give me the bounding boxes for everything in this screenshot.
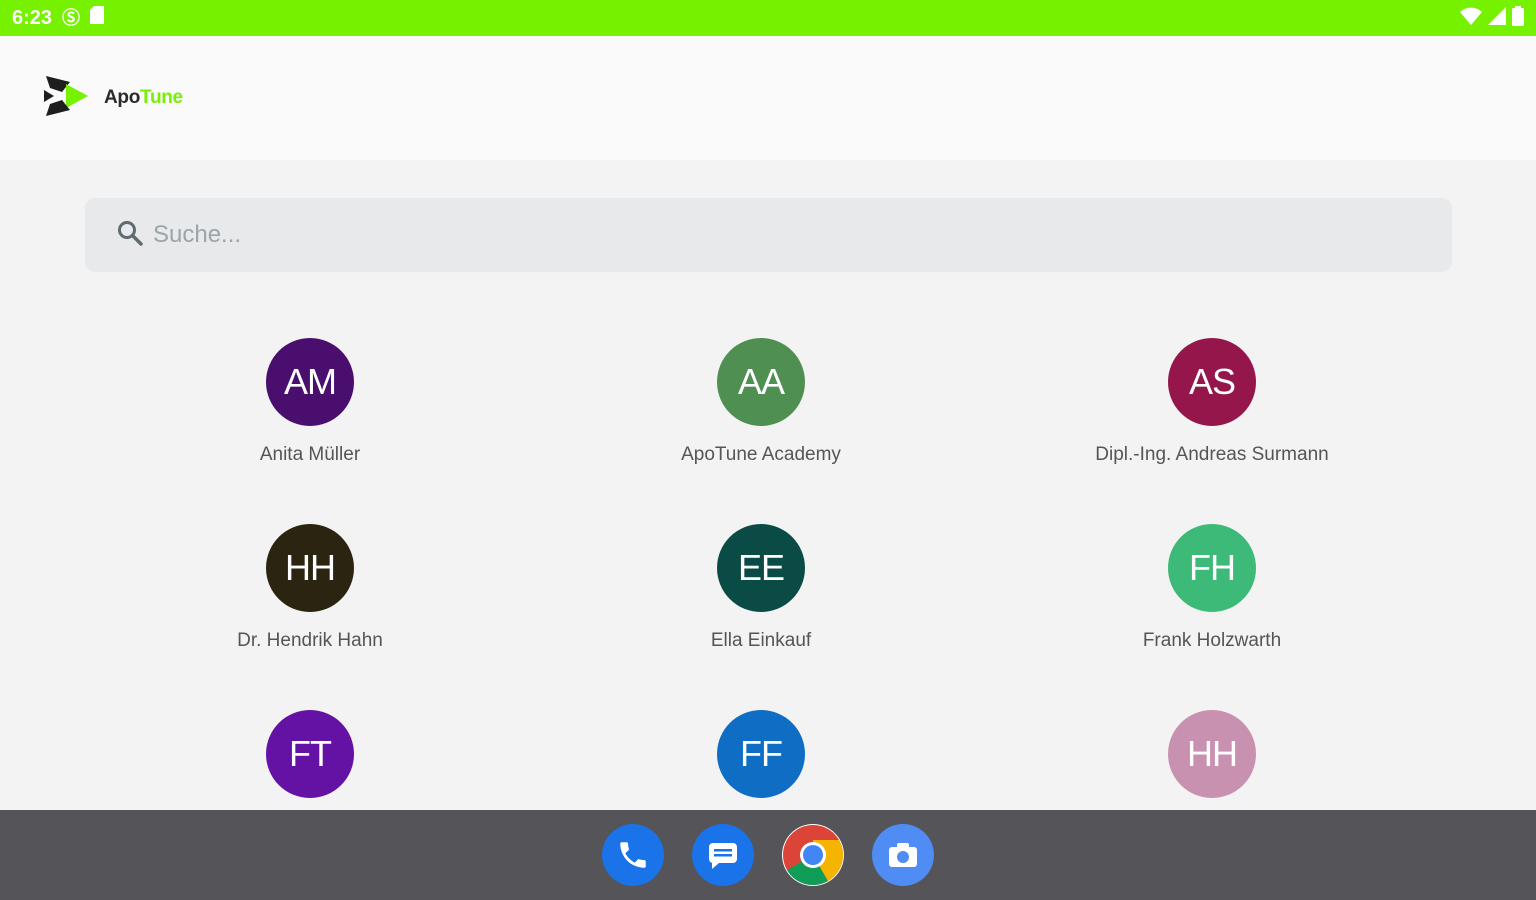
taskbar-dock [0, 810, 1536, 900]
camera-icon[interactable] [872, 824, 934, 886]
chrome-icon[interactable] [782, 824, 844, 886]
avatar: HH [1168, 710, 1256, 798]
contact-item[interactable]: AS Dipl.-Ing. Andreas Surmann [1012, 338, 1412, 466]
app-logo[interactable]: ApoTune [40, 72, 183, 125]
contact-name: Dr. Hendrik Hahn [237, 630, 383, 651]
avatar: FF [717, 710, 805, 798]
contact-name: Frank Holzwarth [1142, 630, 1282, 651]
apotune-logo-icon [40, 72, 90, 125]
contact-name: ApoTune Academy [681, 444, 841, 465]
signal-icon [1488, 6, 1506, 30]
logo-text-apo: Apo [104, 87, 141, 108]
avatar: FT [266, 710, 354, 798]
messages-icon[interactable] [692, 824, 754, 886]
contact-name: Dipl.-Ing. Andreas Surmann [1095, 444, 1329, 465]
sd-card-icon [90, 6, 105, 30]
s-icon: Ⓢ [62, 8, 81, 28]
avatar: FH [1168, 524, 1256, 612]
contact-item[interactable]: AA ApoTune Academy [561, 338, 961, 466]
avatar: HH [266, 524, 354, 612]
app-logo-text: ApoTune [104, 87, 183, 109]
contact-item[interactable]: HH [1012, 710, 1412, 798]
contact-item[interactable]: FT [110, 710, 510, 798]
search-input[interactable] [151, 220, 1355, 250]
status-bar: 6:23 Ⓢ [0, 0, 1536, 36]
contact-item[interactable]: FH Frank Holzwarth [1012, 524, 1412, 652]
contact-item[interactable]: FF [561, 710, 961, 798]
contact-name: Anita Müller [259, 444, 361, 465]
search-icon [117, 220, 143, 251]
contact-item[interactable]: EE Ella Einkauf [561, 524, 961, 652]
status-time: 6:23 [12, 6, 53, 29]
avatar: AS [1168, 338, 1256, 426]
search-bar[interactable] [85, 198, 1452, 272]
avatar: EE [717, 524, 805, 612]
app-header: ApoTune [0, 36, 1536, 160]
avatar: AA [717, 338, 805, 426]
contact-item[interactable]: AM Anita Müller [110, 338, 510, 466]
battery-icon [1512, 5, 1524, 31]
contact-item[interactable]: HH Dr. Hendrik Hahn [110, 524, 510, 652]
phone-icon[interactable] [602, 824, 664, 886]
wifi-icon [1460, 7, 1482, 30]
logo-text-tune: Tune [140, 87, 183, 108]
contact-name: Ella Einkauf [710, 630, 812, 651]
avatar: AM [266, 338, 354, 426]
